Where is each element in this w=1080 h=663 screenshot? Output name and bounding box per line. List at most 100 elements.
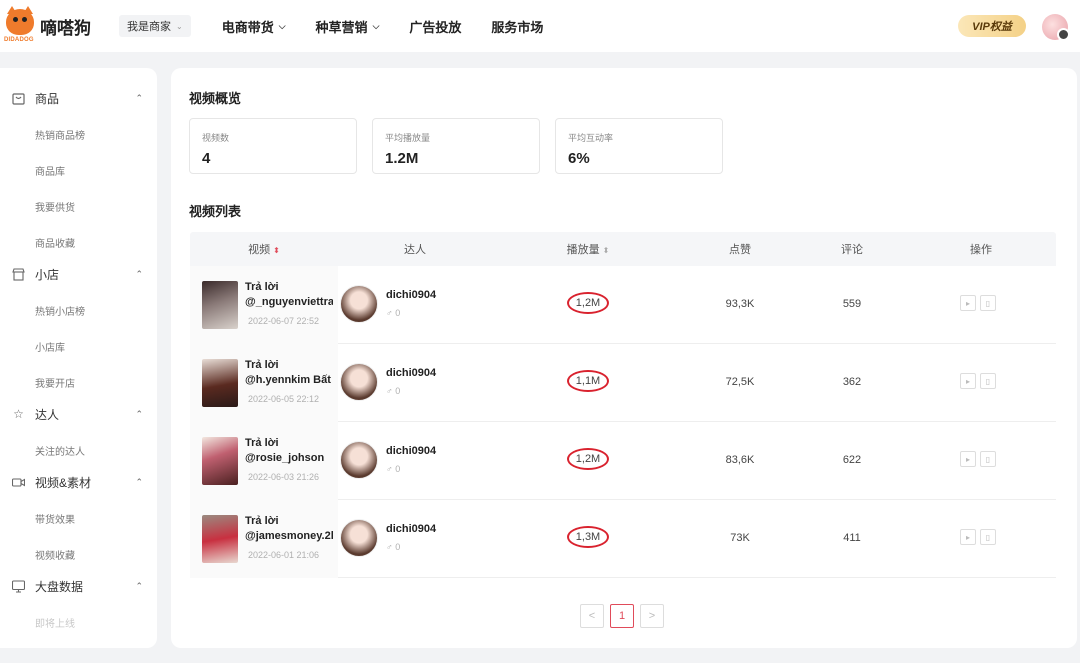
video-cell[interactable]: Trả lời @h.yennkim Bất ngờ c... 2022-06-… <box>190 344 338 422</box>
row-actions: ▸ ▯ <box>960 373 1000 389</box>
video-date: 2022-06-03 21:26 <box>248 472 320 482</box>
pagination: < 1 > <box>580 604 670 628</box>
sidebar-group-label: 商品 <box>35 91 60 106</box>
play-icon[interactable]: ▸ <box>960 373 976 389</box>
pager-page-1[interactable]: 1 <box>610 604 634 628</box>
sidebar-group-video[interactable]: 视频&素材 ⌃ <box>0 468 157 496</box>
sidebar-group-store[interactable]: 小店 ⌃ <box>0 260 157 288</box>
nav-item-label: 电商带货 <box>221 19 274 35</box>
sort-icon: ⬍ <box>602 246 610 255</box>
kol-name[interactable]: dichi0904 <box>386 367 436 379</box>
table-row[interactable]: Trả lời @h.yennkim Bất ngờ c... 2022-06-… <box>190 344 1056 422</box>
sidebar-group-products[interactable]: 商品 ⌃ <box>0 84 157 112</box>
kol-avatar[interactable] <box>340 519 378 557</box>
stat-card-video-count: 视频数 4 <box>189 118 357 174</box>
kol-fans: ♂ 0 <box>386 386 401 396</box>
star-icon: ☆ <box>13 406 24 421</box>
column-header-video[interactable]: 视频 ⬍ <box>190 241 338 257</box>
table-row[interactable]: Trả lời @_nguyenviettram_ đi... 2022-06-… <box>190 266 1056 344</box>
video-thumbnail[interactable] <box>202 281 238 329</box>
stat-label: 平均播放量 <box>385 133 431 143</box>
kol-avatar[interactable] <box>340 285 378 323</box>
sidebar-item-coming-soon: 即将上线 <box>35 618 75 630</box>
table-row[interactable]: Trả lời @jamesmoney.2k lấy ... 2022-06-0… <box>190 500 1056 578</box>
video-thumbnail[interactable] <box>202 515 238 563</box>
row-actions: ▸ ▯ <box>960 451 1000 467</box>
overview-title: 视频概览 <box>189 91 242 106</box>
logo-text: 嘀嗒狗 <box>40 18 91 38</box>
play-icon[interactable]: ▸ <box>960 451 976 467</box>
bookmark-icon[interactable]: ▯ <box>980 295 996 311</box>
kol-name[interactable]: dichi0904 <box>386 445 436 457</box>
logo[interactable]: DIDADOG 嘀嗒狗 <box>4 6 91 43</box>
chevron-up-icon: ⌃ <box>135 268 143 279</box>
column-header-comments: 评论 <box>841 244 863 256</box>
comments-count: 559 <box>842 298 862 310</box>
logo-subtext: DIDADOG <box>4 37 34 43</box>
sidebar-item-product-favorites[interactable]: 商品收藏 <box>0 224 157 260</box>
video-title[interactable]: Trả lời @_nguyenviettram_ đi... <box>245 280 333 310</box>
kol-name[interactable]: dichi0904 <box>386 289 436 301</box>
sidebar-item-hot-products[interactable]: 热销商品榜 <box>0 116 157 152</box>
stat-label: 视频数 <box>202 133 230 143</box>
nav-item-ecommerce[interactable]: 电商带货 ⌵ <box>222 17 286 36</box>
sidebar-group-label: 大盘数据 <box>35 579 84 594</box>
main-panel: 视频概览 视频数 4 平均播放量 1.2M 平均互动率 6% 视频列表 视频 ⬍ … <box>171 68 1077 648</box>
sidebar-item-open-store[interactable]: 我要开店 <box>0 364 157 400</box>
sidebar-item-product-library[interactable]: 商品库 <box>0 152 157 188</box>
fans-count: 0 <box>395 386 401 396</box>
sidebar-item-video-favorites[interactable]: 视频收藏 <box>0 536 157 572</box>
chevron-up-icon: ⌃ <box>135 476 143 487</box>
video-title[interactable]: Trả lời @h.yennkim Bất ngờ c... <box>245 358 333 388</box>
sidebar-group-market-data[interactable]: 大盘数据 ⌃ <box>0 572 157 600</box>
bookmark-icon[interactable]: ▯ <box>980 451 996 467</box>
column-header-plays[interactable]: 播放量 ⬍ <box>545 241 631 257</box>
video-icon <box>11 476 26 489</box>
chevron-up-icon: ⌃ <box>135 408 143 419</box>
bookmark-icon[interactable]: ▯ <box>980 373 996 389</box>
sidebar-item-hot-stores[interactable]: 热销小店榜 <box>0 292 157 328</box>
video-table: 视频 ⬍ 达人 播放量 ⬍ 点赞 评论 操作 Trả lời @_nguyenvie… <box>190 232 1056 578</box>
sidebar-item-supply[interactable]: 我要供货 <box>0 188 157 224</box>
store-icon <box>12 267 25 281</box>
video-list-title: 视频列表 <box>189 204 242 219</box>
bookmark-icon[interactable]: ▯ <box>980 529 996 545</box>
nav-item-marketing[interactable]: 种草营销 ⌵ <box>316 17 380 36</box>
role-select[interactable]: 我是商家 ⌄ <box>119 15 191 37</box>
kol-name[interactable]: dichi0904 <box>386 523 436 535</box>
sidebar-item-store-library[interactable]: 小店库 <box>0 328 157 364</box>
kol-avatar[interactable] <box>340 441 378 479</box>
sidebar-group-influencers[interactable]: ☆ 达人 ⌃ <box>0 400 157 428</box>
vip-button[interactable]: VIP权益 <box>958 15 1026 37</box>
sidebar-group-label: 小店 <box>35 267 60 282</box>
sidebar-item-followed-influencers[interactable]: 关注的达人 <box>0 432 157 468</box>
nav-item-label: 广告投放 <box>409 19 462 35</box>
video-cell[interactable]: Trả lời @_nguyenviettram_ đi... 2022-06-… <box>190 266 338 344</box>
video-cell[interactable]: Trả lời @jamesmoney.2k lấy ... 2022-06-0… <box>190 500 338 578</box>
pager-next-button[interactable]: > <box>640 604 664 628</box>
play-icon[interactable]: ▸ <box>960 295 976 311</box>
sort-icon: ⬍ <box>273 246 280 255</box>
nav-item-service-market[interactable]: 服务市场 <box>491 17 543 36</box>
video-date: 2022-06-01 21:06 <box>248 550 320 560</box>
likes-count: 72,5K <box>725 376 755 388</box>
column-header-likes: 点赞 <box>729 244 751 256</box>
video-thumbnail[interactable] <box>202 437 238 485</box>
video-title[interactable]: Trả lời @jamesmoney.2k lấy ... <box>245 514 333 544</box>
pager-prev-button[interactable]: < <box>580 604 604 628</box>
kol-fans: ♂ 0 <box>386 308 401 318</box>
nav-item-ads[interactable]: 广告投放 <box>409 17 461 36</box>
row-actions: ▸ ▯ <box>960 529 1000 545</box>
stat-label: 平均互动率 <box>568 133 614 143</box>
play-icon[interactable]: ▸ <box>960 529 976 545</box>
video-title[interactable]: Trả lời @rosie_johson bữa nà... <box>245 436 333 466</box>
table-row[interactable]: Trả lời @rosie_johson bữa nà... 2022-06-… <box>190 422 1056 500</box>
video-thumbnail[interactable] <box>202 359 238 407</box>
column-label: 视频 <box>248 244 271 256</box>
kol-avatar[interactable] <box>340 363 378 401</box>
sidebar-item-sales-effect[interactable]: 带货效果 <box>0 500 157 536</box>
chevron-down-icon: ⌄ <box>176 21 183 31</box>
video-date: 2022-06-07 22:52 <box>248 316 320 326</box>
user-avatar[interactable] <box>1042 14 1070 41</box>
video-cell[interactable]: Trả lời @rosie_johson bữa nà... 2022-06-… <box>190 422 338 500</box>
